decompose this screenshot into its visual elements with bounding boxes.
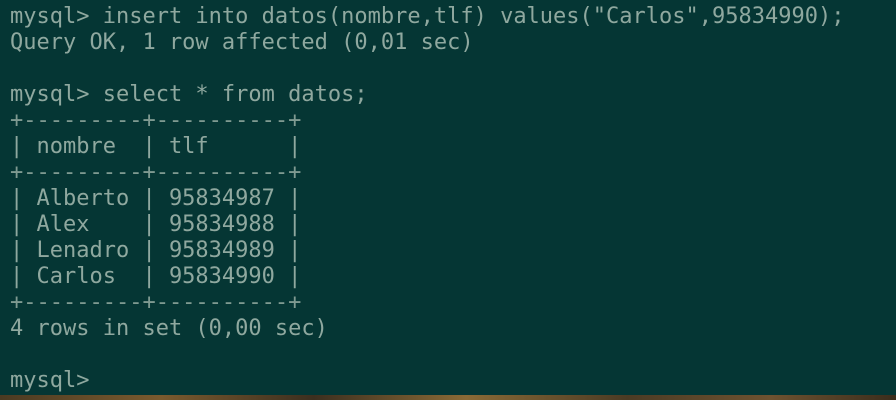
table-row: | Lenadro | 95834989 | (10, 238, 302, 263)
table-border-bottom: +---------+----------+ (10, 290, 302, 315)
insert-command-line: mysql> insert into datos(nombre,tlf) val… (10, 4, 845, 29)
query-ok-line: Query OK, 1 row affected (0,01 sec) (10, 30, 474, 55)
desktop-wallpaper-strip (0, 395, 896, 400)
table-border-mid: +---------+----------+ (10, 160, 302, 185)
table-row: | Carlos | 95834990 | (10, 264, 302, 289)
table-border-top: +---------+----------+ (10, 108, 302, 133)
rows-in-set-line: 4 rows in set (0,00 sec) (10, 316, 328, 341)
prompt-line[interactable]: mysql> (10, 368, 103, 394)
table-header-row: | nombre | tlf | (10, 134, 302, 159)
select-command-line: mysql> select * from datos; (10, 82, 368, 107)
terminal-window[interactable]: mysql> insert into datos(nombre,tlf) val… (0, 0, 896, 395)
table-row: | Alberto | 95834987 | (10, 186, 302, 211)
table-row: | Alex | 95834988 | (10, 212, 302, 237)
